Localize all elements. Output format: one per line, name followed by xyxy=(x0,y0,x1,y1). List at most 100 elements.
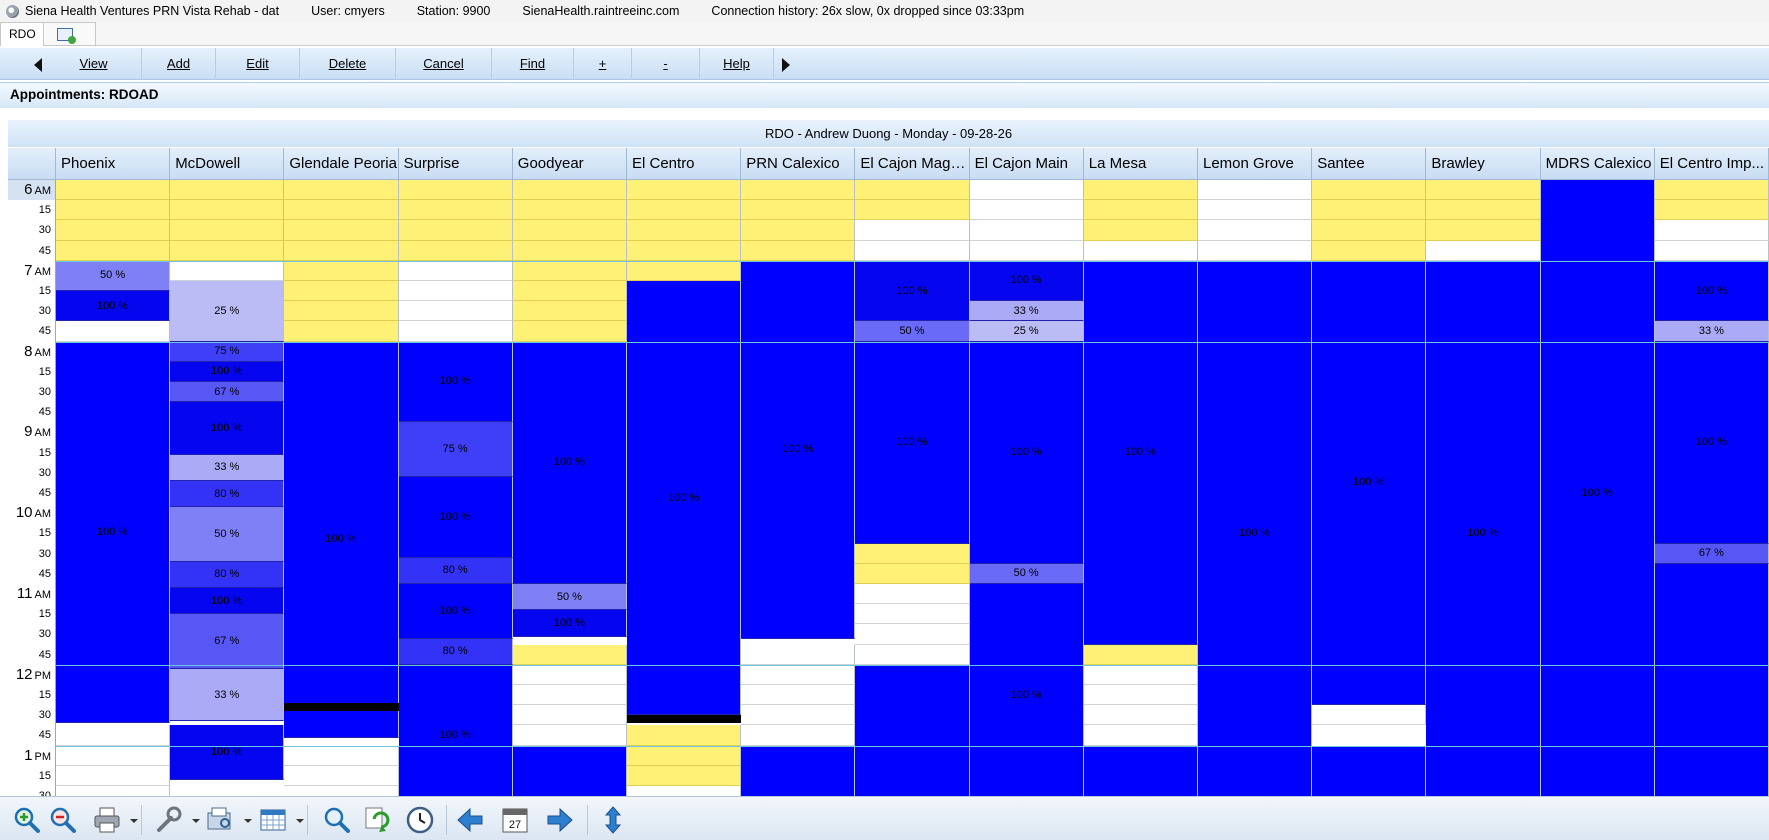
toolbar-button-add[interactable]: Add xyxy=(142,48,216,80)
appointment-block[interactable] xyxy=(512,745,627,796)
available-slot[interactable] xyxy=(627,765,742,786)
open-slot[interactable] xyxy=(1083,685,1198,706)
column-header[interactable]: PRN Calexico xyxy=(741,148,856,180)
toolbar-button-minus[interactable]: - xyxy=(632,48,700,80)
available-slot[interactable] xyxy=(1312,240,1427,261)
open-slot[interactable] xyxy=(855,240,970,261)
open-slot[interactable] xyxy=(969,200,1084,221)
vertical-arrows-icon[interactable] xyxy=(598,805,628,835)
tab-rdo[interactable]: RDO xyxy=(0,22,44,46)
appointment-block[interactable]: 100 % xyxy=(1540,180,1655,796)
appointment-block[interactable]: 80 % xyxy=(170,480,285,508)
appointment-block[interactable]: 67 % xyxy=(1654,543,1769,564)
column-header[interactable]: Glendale Peoria xyxy=(284,148,399,180)
calendar-dropdown-icon[interactable] xyxy=(296,819,304,823)
available-slot[interactable] xyxy=(512,301,627,322)
appointment-block[interactable] xyxy=(741,745,856,796)
appointment-block[interactable]: 100 % xyxy=(170,402,285,455)
open-slot[interactable] xyxy=(398,281,513,302)
toolbar-button-edit[interactable]: Edit xyxy=(216,48,300,80)
open-slot[interactable] xyxy=(1083,725,1198,746)
appointment-block[interactable] xyxy=(855,664,970,796)
available-slot[interactable] xyxy=(627,200,742,221)
column-header[interactable]: El Centro Imp... xyxy=(1654,148,1769,180)
search-icon[interactable] xyxy=(322,805,352,835)
available-slot[interactable] xyxy=(284,220,399,241)
toolbar-button-find[interactable]: Find xyxy=(492,48,574,80)
open-slot[interactable] xyxy=(741,644,856,665)
available-slot[interactable] xyxy=(512,180,627,201)
toolbar-button-plus[interactable]: + xyxy=(574,48,632,80)
available-slot[interactable] xyxy=(398,240,513,261)
print-dropdown-icon[interactable] xyxy=(130,819,138,823)
appointment-block[interactable]: 33 % xyxy=(969,301,1084,322)
appointment-block[interactable]: 33 % xyxy=(1654,321,1769,342)
available-slot[interactable] xyxy=(284,260,399,281)
appointment-block[interactable]: 80 % xyxy=(398,557,513,584)
column-header[interactable]: El Centro xyxy=(627,148,742,180)
open-slot[interactable] xyxy=(1426,240,1541,261)
calendar-27-icon[interactable]: 27 xyxy=(500,805,530,835)
available-slot[interactable] xyxy=(741,180,856,201)
appointment-block[interactable]: 50 % xyxy=(56,260,171,292)
open-slot[interactable] xyxy=(398,321,513,342)
open-slot[interactable] xyxy=(512,725,627,746)
open-slot[interactable] xyxy=(741,725,856,746)
toolbar-button-delete[interactable]: Delete xyxy=(300,48,396,80)
available-slot[interactable] xyxy=(398,180,513,201)
appointment-block[interactable]: 100 % xyxy=(969,584,1084,796)
appointment-block[interactable]: 100 % xyxy=(1083,260,1198,645)
appointment-block[interactable]: 80 % xyxy=(170,561,285,589)
open-slot[interactable] xyxy=(855,220,970,241)
available-slot[interactable] xyxy=(1654,180,1769,201)
column-header[interactable]: El Cajon Magn... xyxy=(855,148,970,180)
available-slot[interactable] xyxy=(170,200,285,221)
available-slot[interactable] xyxy=(855,543,970,564)
toolbar-button-view[interactable]: View xyxy=(46,48,142,80)
wrench-icon[interactable] xyxy=(154,805,184,835)
available-slot[interactable] xyxy=(855,200,970,221)
open-slot[interactable] xyxy=(1198,240,1313,261)
open-slot[interactable] xyxy=(855,624,970,645)
open-slot[interactable] xyxy=(1198,180,1313,201)
available-slot[interactable] xyxy=(1083,200,1198,221)
toolbar-button-help[interactable]: Help xyxy=(700,48,774,80)
available-slot[interactable] xyxy=(1426,220,1541,241)
available-slot[interactable] xyxy=(627,725,742,746)
open-slot[interactable] xyxy=(1654,220,1769,241)
column-header[interactable]: Santee xyxy=(1312,148,1427,180)
column-header[interactable]: Goodyear xyxy=(512,148,627,180)
open-slot[interactable] xyxy=(855,584,970,605)
appointment-block[interactable]: 100 % xyxy=(855,341,970,544)
open-slot[interactable] xyxy=(969,220,1084,241)
appointment-block[interactable] xyxy=(1083,745,1198,796)
open-slot[interactable] xyxy=(1312,705,1427,726)
toolbar-button-cancel[interactable]: Cancel xyxy=(396,48,492,80)
available-slot[interactable] xyxy=(284,281,399,302)
available-slot[interactable] xyxy=(627,220,742,241)
appointment-block[interactable]: 100 % xyxy=(56,291,171,322)
zoom-in-icon[interactable] xyxy=(12,805,42,835)
appointment-block[interactable]: 100 % xyxy=(284,341,399,738)
appointment-block[interactable]: 100 % xyxy=(512,610,627,637)
open-slot[interactable] xyxy=(741,705,856,726)
appointment-block[interactable]: 50 % xyxy=(512,584,627,611)
appointment-block[interactable]: 100 % xyxy=(512,341,627,584)
available-slot[interactable] xyxy=(170,180,285,201)
appointment-block[interactable]: 100 % xyxy=(398,584,513,639)
available-slot[interactable] xyxy=(398,220,513,241)
appointment-block[interactable]: 50 % xyxy=(170,507,285,562)
appointment-block[interactable]: 100 % xyxy=(627,281,742,716)
refresh-icon[interactable] xyxy=(362,805,392,835)
open-slot[interactable] xyxy=(512,685,627,706)
available-slot[interactable] xyxy=(56,240,171,261)
available-slot[interactable] xyxy=(1312,220,1427,241)
available-slot[interactable] xyxy=(56,200,171,221)
open-slot[interactable] xyxy=(56,745,171,766)
open-slot[interactable] xyxy=(284,745,399,766)
available-slot[interactable] xyxy=(398,200,513,221)
appointment-block[interactable]: 75 % xyxy=(170,341,285,362)
open-slot[interactable] xyxy=(741,664,856,685)
appointment-block[interactable] xyxy=(1312,745,1427,796)
appointment-block[interactable]: 75 % xyxy=(398,422,513,477)
